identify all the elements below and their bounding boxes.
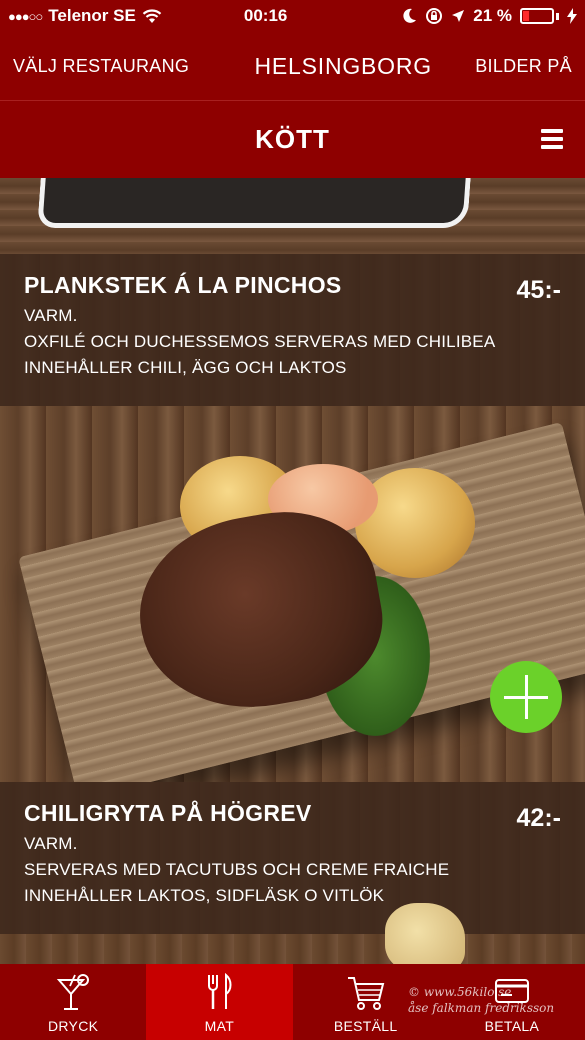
battery-icon [520,8,554,24]
restaurant-title: HELSINGBORG [254,52,432,79]
choose-restaurant-button[interactable]: VÄLJ RESTAURANG [13,56,189,77]
menu-item[interactable]: PLANKSTEK Á LA PINCHOS 45:- VARM. OXFILÉ… [0,254,585,406]
item-price: 42:- [516,804,561,832]
tab-label: DRYCK [47,1018,99,1034]
category-title: KÖTT [255,124,330,154]
photos-button[interactable]: BILDER PÅ [475,56,572,77]
watermark-line: © www.56kilo.se [408,985,512,999]
item-description: VARM. SERVERAS MED TACUTUBS OCH CREME FR… [24,831,561,909]
food-photo [0,406,585,782]
tab-mat[interactable]: MAT [146,964,293,1040]
item-description-line: SERVERAS MED TACUTUBS OCH CREME FRAICHE [24,860,450,879]
cocktail-glass-icon [56,974,90,1010]
fork-knife-icon [208,972,232,1009]
charging-bolt-icon [567,8,577,24]
rotation-lock-icon [426,8,443,24]
moon-icon [403,8,417,23]
item-description-line: OXFILÉ OCH DUCHESSEMOS SERVERAS MED CHIL… [24,332,496,351]
signal-strength: ●●●○○ [8,8,43,24]
menu-list[interactable]: PLANKSTEK Á LA PINCHOS 45:- VARM. OXFILÉ… [0,178,585,964]
food-photo-next [0,934,585,964]
item-description-line: INNEHÅLLER LAKTOS, SIDFLÄSK O VITLÖK [24,886,385,905]
item-description-line: VARM. [24,306,78,325]
item-name: PLANKSTEK Á LA PINCHOS [24,272,342,298]
battery-tip [556,12,559,20]
status-time: 00:16 [243,6,288,25]
battery-percent: 21 % [473,6,512,25]
item-description-line: VARM. [24,834,78,853]
menu-item[interactable]: CHILIGRYTA PÅ HÖGREV 42:- VARM. SERVERAS… [0,782,585,934]
category-bar: KÖTT [0,101,585,178]
item-description-line: INNEHÅLLER CHILI, ÄGG OCH LAKTOS [24,358,347,377]
food-photo-previous [0,178,585,254]
hamburger-menu-icon[interactable] [541,129,563,149]
battery-level [523,11,530,21]
tortilla-chip-image [385,903,465,964]
item-name: CHILIGRYTA PÅ HÖGREV [24,800,312,826]
shopping-cart-icon [347,977,384,1010]
tab-dryck[interactable]: DRYCK [0,964,146,1040]
carrier-name: Telenor SE [48,6,136,25]
nav-bar: VÄLJ RESTAURANG HELSINGBORG BILDER PÅ [0,32,585,100]
status-right: 21 % [403,6,577,26]
item-price: 45:- [516,276,561,304]
photo-watermark: © www.56kilo.se åse falkman fredriksson [408,984,554,1016]
plate-image [37,178,473,228]
tab-label: MAT [204,1018,235,1034]
status-bar: ●●●○○ Telenor SE 00:16 21 % [0,0,585,32]
tab-label: BETALA [484,1018,540,1034]
watermark-line: åse falkman fredriksson [408,1001,555,1015]
item-description: VARM. OXFILÉ OCH DUCHESSEMOS SERVERAS ME… [24,303,561,381]
tab-label: BESTÄLL [333,1018,398,1034]
add-to-order-button[interactable] [490,661,562,733]
location-arrow-icon [452,10,465,22]
